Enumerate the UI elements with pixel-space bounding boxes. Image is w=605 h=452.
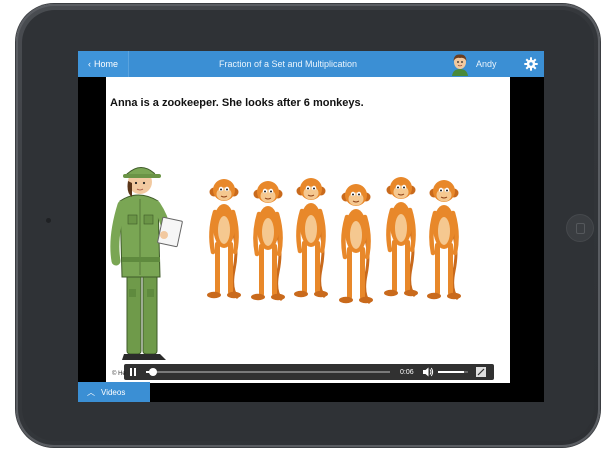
- top-bar: ‹ Home Fraction of a Set and Multiplicat…: [78, 51, 544, 77]
- gear-icon[interactable]: [524, 57, 538, 71]
- video-player[interactable]: Anna is a zookeeper. She looks after 6 m…: [106, 77, 510, 383]
- monkey-6: [427, 180, 461, 299]
- pause-icon[interactable]: [130, 364, 140, 380]
- monkey-3: [294, 178, 328, 297]
- volume-icon[interactable]: [422, 364, 434, 380]
- home-label: Home: [93, 59, 118, 69]
- username[interactable]: Andy: [476, 51, 497, 77]
- app-screen: ‹ Home Fraction of a Set and Multiplicat…: [78, 51, 544, 402]
- page-title: Fraction of a Set and Multiplication: [218, 59, 358, 69]
- monkey-5: [384, 177, 418, 296]
- video-controls: 0:06: [124, 364, 494, 380]
- videos-tab[interactable]: ︿ Videos: [78, 382, 150, 402]
- time-display: 0:06: [400, 368, 414, 376]
- home-button[interactable]: ‹ Home: [78, 51, 129, 77]
- progress-track[interactable]: [146, 368, 390, 376]
- zookeeper-figure: [110, 167, 183, 360]
- tablet-home-button[interactable]: [566, 214, 594, 242]
- volume-fill: [438, 371, 464, 373]
- monkey-2: [251, 181, 285, 300]
- avatar-icon[interactable]: [449, 52, 471, 76]
- volume-slider[interactable]: [438, 371, 468, 373]
- camera-icon: [46, 218, 51, 223]
- zookeeper-scene: [110, 167, 510, 360]
- videos-label: Videos: [101, 387, 126, 397]
- chevron-up-icon: ︿: [87, 387, 95, 397]
- monkey-4: [339, 184, 373, 303]
- progress-knob[interactable]: [148, 368, 157, 376]
- fullscreen-icon[interactable]: [475, 364, 487, 380]
- chevron-left-icon: ‹: [87, 59, 91, 69]
- monkey-1: [207, 179, 241, 298]
